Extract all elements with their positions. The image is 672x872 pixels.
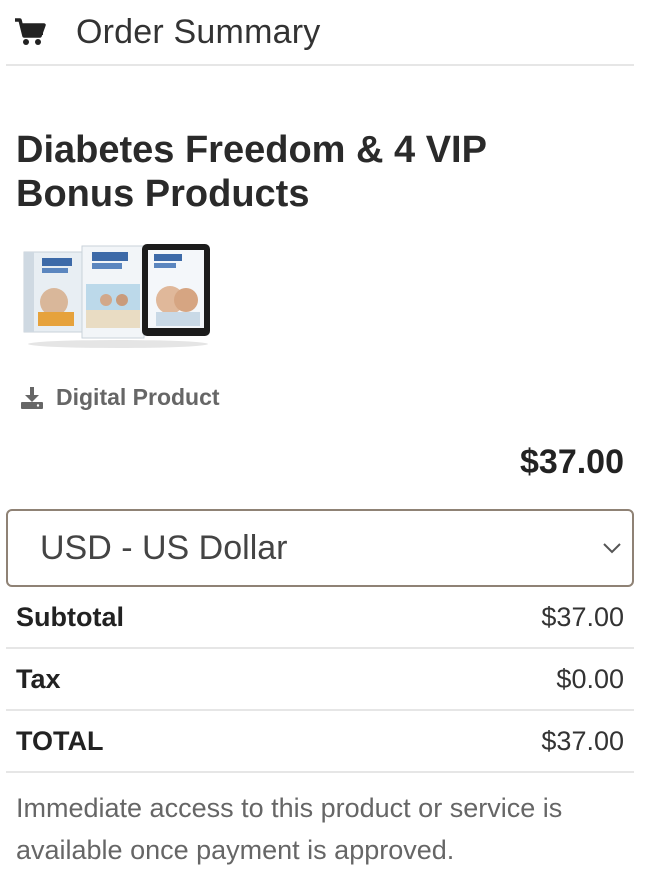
- page-title: Order Summary: [76, 12, 321, 51]
- shopping-cart-icon: [14, 17, 48, 47]
- product-title-line-1: Diabetes Freedom & 4 VIP: [16, 129, 487, 171]
- tax-label: Tax: [16, 663, 61, 694]
- download-icon: [20, 386, 44, 410]
- tax-value: $0.00: [556, 663, 624, 694]
- access-note: Immediate access to this product or serv…: [16, 793, 563, 865]
- product-type: Digital Product: [20, 384, 634, 411]
- currency-selected-value: USD - US Dollar: [40, 528, 288, 567]
- product-price: $37.00: [520, 443, 624, 481]
- currency-select[interactable]: USD - US Dollar: [6, 509, 634, 587]
- subtotal-row: Subtotal $37.00: [6, 587, 634, 649]
- order-summary-panel: Order Summary Diabetes Freedom & 4 VIP B…: [6, 0, 634, 871]
- chevron-down-icon: [602, 541, 622, 555]
- product-type-label: Digital Product: [56, 384, 220, 410]
- tax-row: Tax $0.00: [6, 649, 634, 711]
- summary-table: Subtotal $37.00 Tax $0.00 TOTAL $37.00: [6, 587, 634, 773]
- product-title-line-2: Bonus Products: [16, 173, 310, 215]
- subtotal-label: Subtotal: [16, 601, 124, 632]
- subtotal-value: $37.00: [541, 601, 624, 632]
- product-bundle-image: [20, 244, 216, 348]
- order-summary-header: Order Summary: [6, 0, 634, 66]
- total-value: $37.00: [541, 725, 624, 756]
- product-title: Diabetes Freedom & 4 VIP Bonus Products: [16, 128, 634, 216]
- total-label: TOTAL: [16, 725, 104, 756]
- total-row: TOTAL $37.00: [6, 711, 634, 773]
